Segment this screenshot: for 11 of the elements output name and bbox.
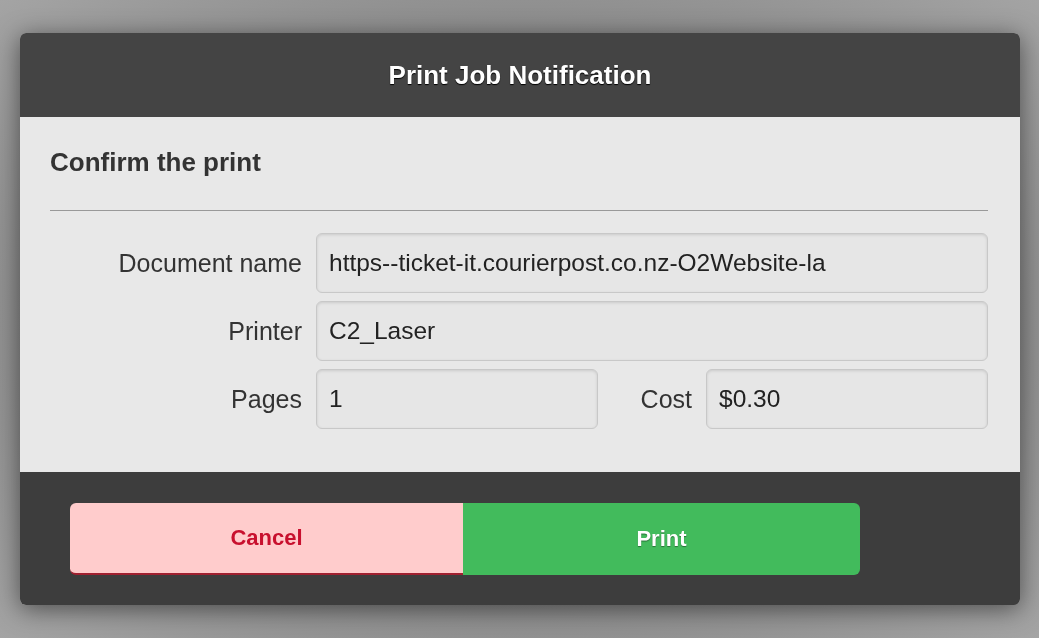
field-label: Cost — [639, 384, 693, 414]
field-label: Pages — [230, 384, 303, 414]
input-field[interactable]: https--ticket-it.courierpost.co.nz-O2Website-la — [316, 233, 988, 293]
field-label: Document name — [117, 248, 303, 278]
input-field[interactable]: $0.30 — [706, 369, 988, 429]
section-heading: Confirm the print — [50, 147, 262, 178]
field-label: Printer — [227, 316, 303, 346]
cancel-button[interactable]: Cancel — [70, 502, 463, 575]
input-field[interactable]: C2_Laser — [316, 301, 988, 361]
input-field[interactable]: 1 — [316, 369, 598, 429]
dialog-title: Print Job Notification — [388, 59, 652, 91]
